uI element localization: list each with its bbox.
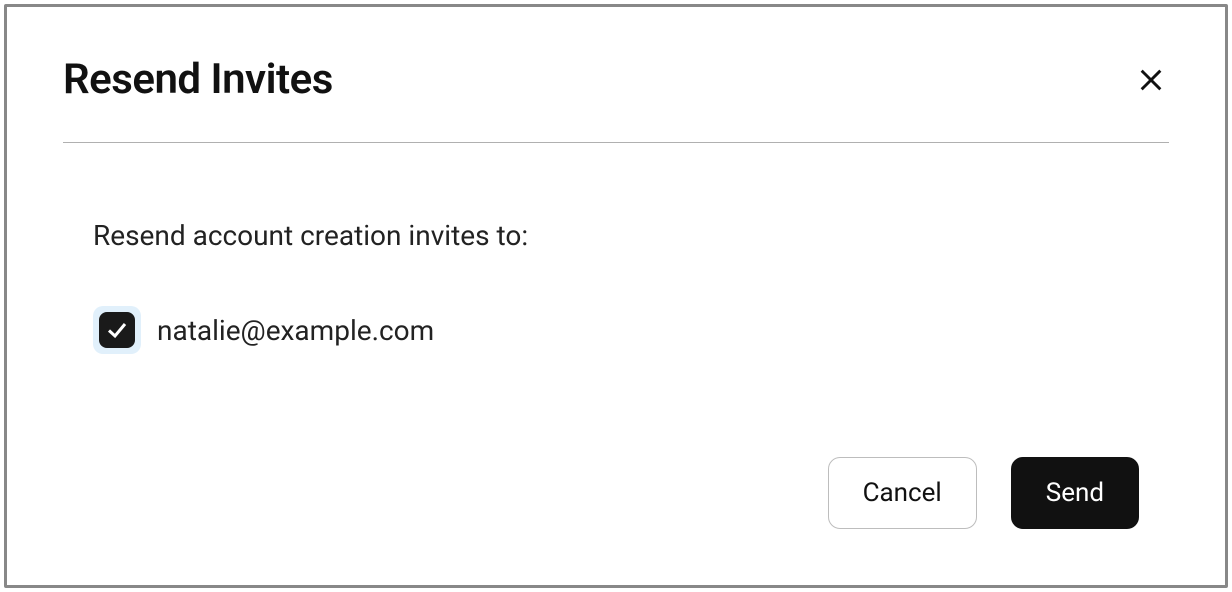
modal-title: Resend Invites [63, 55, 333, 104]
prompt-text: Resend account creation invites to: [93, 219, 1169, 252]
resend-invites-modal: Resend Invites Resend account creation i… [4, 4, 1228, 588]
cancel-button[interactable]: Cancel [828, 457, 977, 529]
modal-body: Resend account creation invites to: nata… [63, 143, 1169, 457]
invite-row: natalie@example.com [93, 306, 1169, 354]
send-button[interactable]: Send [1011, 457, 1139, 529]
modal-header: Resend Invites [63, 55, 1169, 143]
modal-footer: Cancel Send [63, 457, 1169, 537]
check-icon [105, 318, 129, 342]
checkbox-checked-box [99, 312, 135, 348]
close-button[interactable] [1133, 62, 1169, 98]
invite-email: natalie@example.com [157, 314, 434, 347]
close-icon [1137, 66, 1165, 94]
invite-checkbox[interactable] [93, 306, 141, 354]
